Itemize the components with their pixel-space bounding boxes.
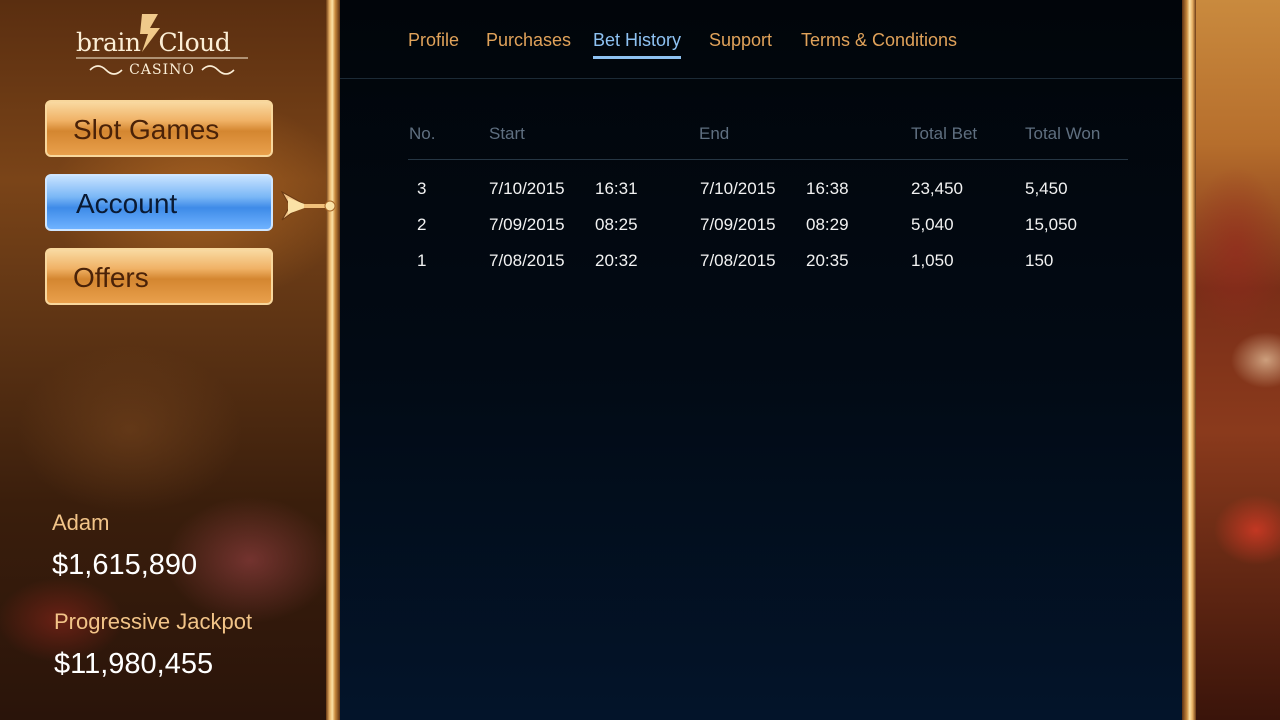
cell-total-bet: 1,050	[911, 251, 954, 270]
table-row: 2 7/09/2015 08:25 7/09/2015 08:29 5,040 …	[340, 215, 1182, 247]
sidebar-item-offers[interactable]: Offers	[45, 248, 273, 305]
header-total-bet: Total Bet	[911, 124, 978, 143]
cell-total-won: 150	[1025, 251, 1054, 270]
braincloud-casino-logo: brain Cloud CASINO	[62, 14, 262, 84]
logo-text: brain Cloud	[76, 28, 231, 57]
cell-no: 1	[417, 251, 427, 270]
casino-background-right	[1196, 0, 1280, 720]
cell-total-won: 5,450	[1025, 179, 1068, 198]
header-start: Start	[489, 124, 525, 143]
cell-end-time: 08:29	[806, 215, 849, 234]
header-end: End	[699, 124, 730, 143]
account-content-panel: Profile Purchases Bet History Support Te…	[340, 0, 1182, 720]
gold-frame-left	[326, 0, 340, 720]
cell-end-time: 16:38	[806, 179, 849, 198]
cell-start-date: 7/09/2015	[489, 215, 565, 234]
jackpot-label: Progressive Jackpot	[54, 609, 253, 634]
sidebar-item-account[interactable]: Account	[45, 174, 273, 231]
table-row: 3 7/10/2015 16:31 7/10/2015 16:38 23,450…	[340, 179, 1182, 211]
cell-start-date: 7/08/2015	[489, 251, 565, 270]
cell-end-date: 7/09/2015	[700, 215, 776, 234]
user-name: Adam	[52, 510, 110, 535]
jackpot-value: $11,980,455	[54, 648, 214, 680]
header-total-won: Total Won	[1025, 124, 1101, 143]
cell-start-time: 16:31	[595, 179, 638, 198]
user-balance: $1,615,890	[52, 549, 198, 581]
tab-profile[interactable]: Profile	[408, 30, 459, 51]
cell-total-bet: 23,450	[911, 179, 963, 198]
tab-terms-conditions[interactable]: Terms & Conditions	[801, 30, 957, 51]
account-tab-bar: Profile Purchases Bet History Support Te…	[340, 0, 1182, 79]
logo-subtitle: CASINO	[129, 62, 195, 78]
tab-purchases[interactable]: Purchases	[486, 30, 571, 51]
gold-frame-right	[1182, 0, 1196, 720]
header-divider	[408, 159, 1128, 160]
cell-end-date: 7/10/2015	[700, 179, 776, 198]
tab-bet-history[interactable]: Bet History	[593, 30, 682, 59]
cell-total-bet: 5,040	[911, 215, 954, 234]
cell-no: 3	[417, 179, 427, 198]
cell-start-time: 20:32	[595, 251, 638, 270]
sidebar-item-slot-games[interactable]: Slot Games	[45, 100, 273, 157]
cell-end-time: 20:35	[806, 251, 849, 270]
cell-end-date: 7/08/2015	[700, 251, 776, 270]
arrow-pointer-icon	[280, 190, 336, 221]
cell-start-date: 7/10/2015	[489, 179, 565, 198]
header-no: No.	[409, 124, 436, 143]
cell-no: 2	[417, 215, 427, 234]
table-row: 1 7/08/2015 20:32 7/08/2015 20:35 1,050 …	[340, 251, 1182, 283]
cell-total-won: 15,050	[1025, 215, 1077, 234]
cell-start-time: 08:25	[595, 215, 638, 234]
tab-support[interactable]: Support	[709, 30, 772, 51]
